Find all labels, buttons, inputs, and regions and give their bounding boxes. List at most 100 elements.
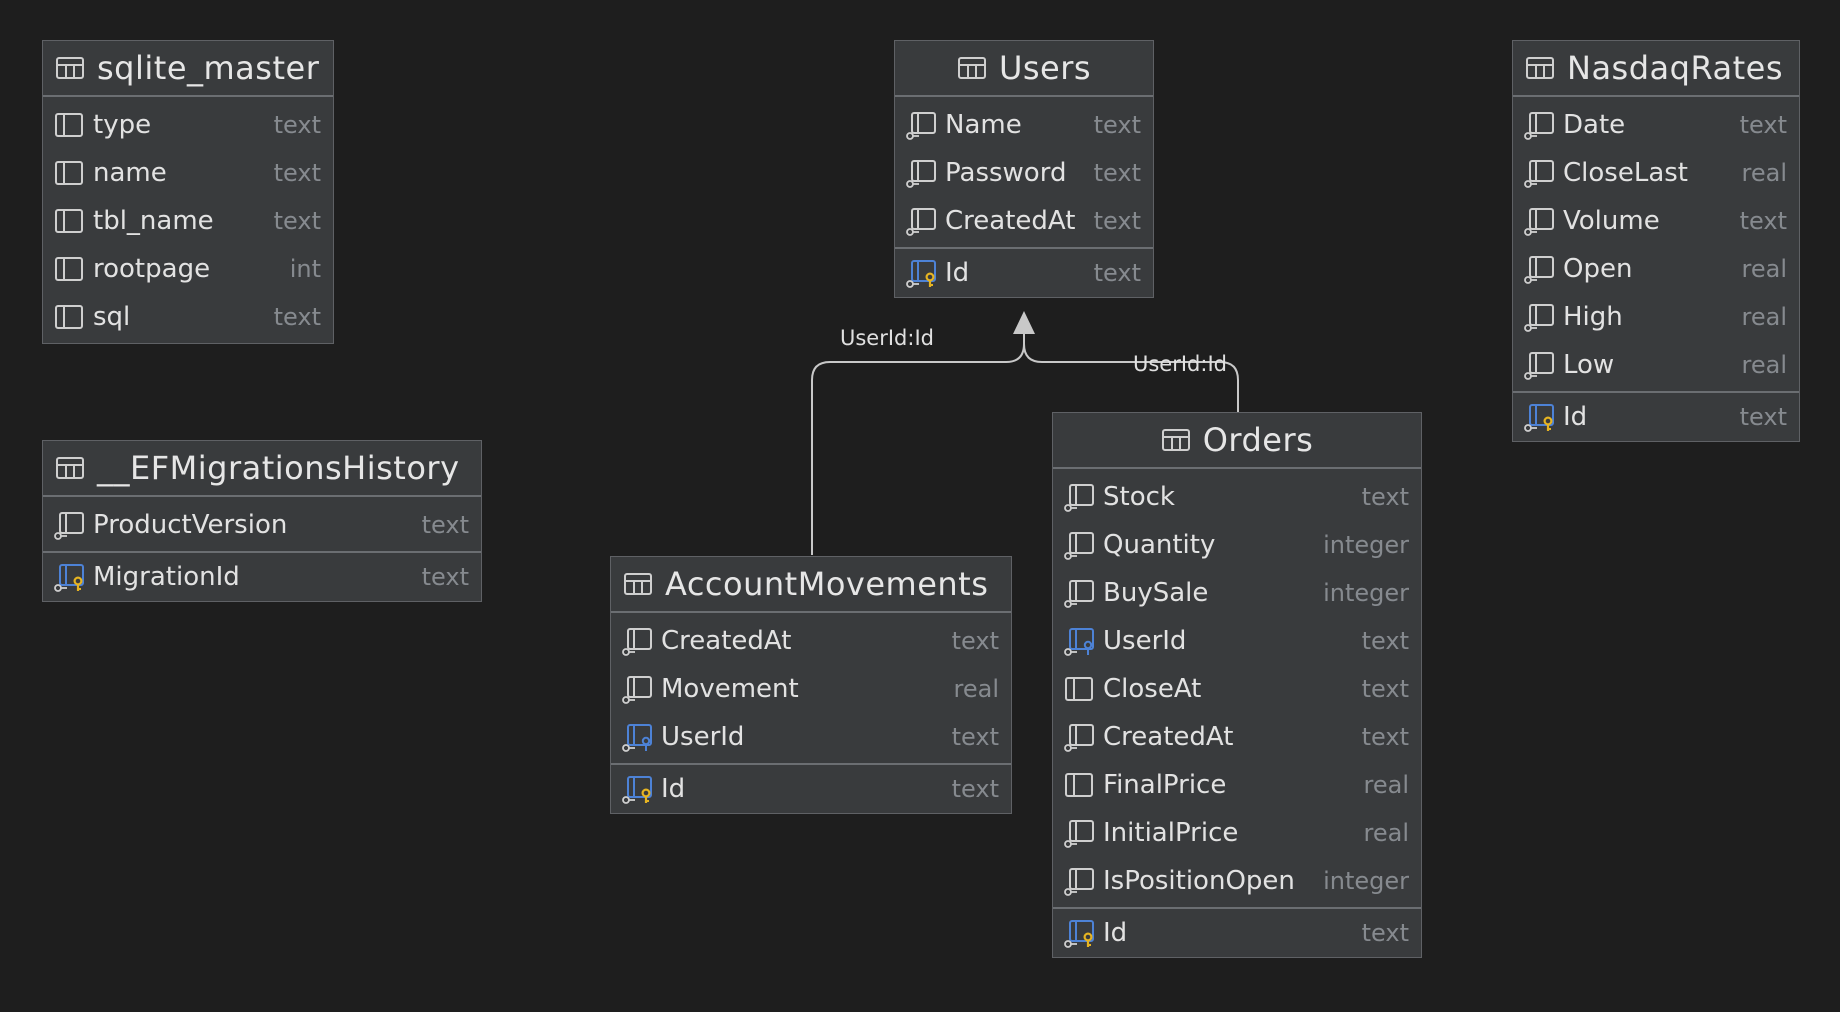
table-icon [55,56,85,80]
column-type: text [1361,627,1409,655]
table-account[interactable]: AccountMovements CreatedAt text Movement rea… [610,556,1012,814]
column-type: integer [1323,867,1409,895]
column-name: Open [1563,254,1633,284]
column-type: real [1741,303,1787,331]
not-null-column-icon [1063,817,1095,849]
table-icon [957,56,987,80]
primary-key-row[interactable]: Id text [895,247,1153,297]
column-row[interactable]: CloseLast real [1513,149,1799,197]
column-name: name [93,158,167,188]
column-row[interactable]: CloseAt text [1053,665,1421,713]
not-null-column-icon [1063,529,1095,561]
column-row[interactable]: name text [43,149,333,197]
column-type: integer [1323,579,1409,607]
column-type: text [951,627,999,655]
column-type: real [1741,255,1787,283]
table-icon [623,572,653,596]
column-row[interactable]: Open real [1513,245,1799,293]
column-row[interactable]: BuySale integer [1053,569,1421,617]
column-row[interactable]: Movement real [611,665,1011,713]
column-name: Name [945,110,1022,140]
column-row[interactable]: CreatedAt text [895,197,1153,245]
column-list: Name text Password text CreatedAt text [895,97,1153,247]
column-row[interactable]: Stock text [1053,473,1421,521]
column-row[interactable]: IsPositionOpen integer [1053,857,1421,905]
relation-edge-account-users[interactable] [811,320,1025,555]
column-row[interactable]: UserId text [611,713,1011,761]
column-name: CloseAt [1103,674,1202,704]
relation-label: UserId:Id [840,326,934,350]
column-row[interactable]: High real [1513,293,1799,341]
column-row[interactable]: rootpage int [43,245,333,293]
column-name: Id [1563,402,1588,432]
column-name: rootpage [93,254,211,284]
column-type: text [273,303,321,331]
column-row[interactable]: FinalPrice real [1053,761,1421,809]
column-list: Date text CloseLast real Volume text Open real H… [1513,97,1799,391]
table-header[interactable]: NasdaqRates [1513,41,1799,97]
column-name: Movement [661,674,799,704]
column-type: integer [1323,531,1409,559]
primary-key-icon [1523,401,1555,433]
column-row[interactable]: CreatedAt text [611,617,1011,665]
not-null-column-icon [1063,721,1095,753]
table-orders[interactable]: Orders Stock text Quantity integer BuySale int… [1052,412,1422,958]
column-row[interactable]: ProductVersion text [43,501,481,549]
column-row[interactable]: UserId text [1053,617,1421,665]
table-header[interactable]: Orders [1053,413,1421,469]
column-name: Date [1563,110,1626,140]
column-type: text [1739,111,1787,139]
table-title: sqlite_master [97,49,320,87]
column-type: text [1361,675,1409,703]
not-null-column-icon [1063,865,1095,897]
column-type: text [1361,919,1409,947]
not-null-column-icon [1523,205,1555,237]
column-type: real [1741,351,1787,379]
column-list: Stock text Quantity integer BuySale integer Us… [1053,469,1421,907]
primary-key-row[interactable]: MigrationId text [43,551,481,601]
foreign-key-icon [621,721,653,753]
column-row[interactable]: Quantity integer [1053,521,1421,569]
column-row[interactable]: tbl_name text [43,197,333,245]
primary-key-row[interactable]: Id text [611,763,1011,813]
column-type: text [1361,723,1409,751]
column-icon [53,205,85,237]
column-name: Stock [1103,482,1175,512]
column-row[interactable]: Volume text [1513,197,1799,245]
diagram-canvas[interactable]: UserId:Id UserId:Id sqlite_master type tex… [0,0,1840,1012]
column-name: Id [945,258,970,288]
column-type: text [1093,207,1141,235]
column-name: MigrationId [93,562,240,592]
column-row[interactable]: type text [43,101,333,149]
table-nasdaq[interactable]: NasdaqRates Date text CloseLast real Volume te… [1512,40,1800,442]
column-type: real [1363,771,1409,799]
table-header[interactable]: __EFMigrationsHistory [43,441,481,497]
table-title: Users [998,49,1092,87]
column-row[interactable]: InitialPrice real [1053,809,1421,857]
column-name: tbl_name [93,206,214,236]
primary-key-row[interactable]: Id text [1053,907,1421,957]
column-row[interactable]: sql text [43,293,333,341]
table-header[interactable]: AccountMovements [611,557,1011,613]
column-type: text [421,563,469,591]
table-sqlite-master[interactable]: sqlite_master type text name text tbl_name tex… [42,40,334,344]
column-name: sql [93,302,131,332]
table-icon [1161,428,1191,452]
table-header[interactable]: Users [895,41,1153,97]
column-row[interactable]: Low real [1513,341,1799,389]
column-name: CreatedAt [661,626,792,656]
primary-key-row[interactable]: Id text [1513,391,1799,441]
column-row[interactable]: CreatedAt text [1053,713,1421,761]
column-row[interactable]: Date text [1513,101,1799,149]
table-header[interactable]: sqlite_master [43,41,333,97]
column-type: text [951,775,999,803]
table-users[interactable]: Users Name text Password text CreatedAt text Id… [894,40,1154,298]
column-name: FinalPrice [1103,770,1227,800]
column-icon [53,109,85,141]
column-icon [53,301,85,333]
table-migrations[interactable]: __EFMigrationsHistory ProductVersion text M… [42,440,482,602]
table-title: AccountMovements [665,565,989,603]
column-row[interactable]: Password text [895,149,1153,197]
column-row[interactable]: Name text [895,101,1153,149]
column-icon [1063,769,1095,801]
